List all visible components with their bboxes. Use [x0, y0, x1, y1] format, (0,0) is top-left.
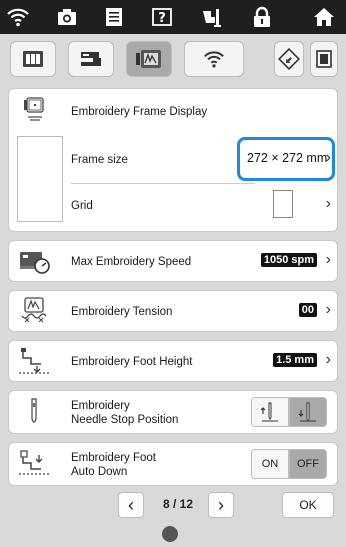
save-button[interactable]: [310, 41, 338, 77]
tab-wireless[interactable]: [184, 41, 244, 77]
foot-height-value: 1.5 mm: [273, 353, 317, 367]
tab-machine-settings[interactable]: [10, 41, 56, 77]
help-icon[interactable]: ?: [150, 5, 174, 29]
frame-size-value[interactable]: 272 × 272 mm: [247, 151, 327, 165]
needle-up-icon: [260, 402, 278, 422]
wifi-icon: [204, 51, 224, 68]
chevron-right-icon[interactable]: ›: [326, 251, 331, 269]
machine-settings-icon: [23, 51, 43, 67]
foot-auto-down-on-button[interactable]: ON: [251, 449, 289, 479]
wifi-icon[interactable]: [6, 5, 30, 29]
lock-icon[interactable]: [250, 5, 274, 29]
document-icon[interactable]: [102, 5, 126, 29]
chevron-right-icon: ›: [218, 494, 224, 515]
needle-stop-row: Embroidery Needle Stop Position: [8, 390, 338, 434]
ok-button[interactable]: OK: [282, 492, 334, 518]
tension-value: 00: [298, 303, 317, 317]
max-speed-value: 1050 spm: [260, 253, 317, 267]
sewing-machine-icon: [81, 52, 101, 66]
foot-auto-down-label-line2: Auto Down: [71, 466, 128, 478]
foot-auto-down-label-line1: Embroidery Foot: [71, 452, 157, 464]
frame-size-chevron-right-icon[interactable]: ›: [326, 149, 331, 167]
max-speed-row[interactable]: Max Embroidery Speed 1050 spm ›: [8, 240, 338, 282]
grid-preview[interactable]: [273, 190, 293, 218]
max-speed-label: Max Embroidery Speed: [71, 256, 192, 268]
needle-stop-down-button[interactable]: [289, 397, 327, 427]
foot-auto-down-icon: [17, 449, 51, 479]
foot-height-icon: [17, 346, 51, 376]
tab-sewing[interactable]: [68, 41, 114, 77]
chevron-left-icon: ‹: [128, 494, 134, 515]
speed-icon: [17, 246, 51, 276]
foot-height-row[interactable]: Embroidery Foot Height 1.5 mm ›: [8, 340, 338, 382]
next-page-button[interactable]: ›: [208, 492, 234, 518]
page-indicator: 8 / 12: [162, 497, 194, 511]
frame-preview: [17, 136, 63, 222]
grid-chevron-right-icon[interactable]: ›: [326, 195, 331, 213]
save-icon: [316, 50, 332, 68]
divider: [71, 183, 255, 184]
needle-stop-label-line1: Embroidery: [71, 400, 130, 412]
top-bar: ?: [0, 0, 346, 34]
needle-stop-up-button[interactable]: [251, 397, 289, 427]
previous-page-button[interactable]: ‹: [118, 492, 144, 518]
tension-label: Embroidery Tension: [71, 306, 173, 318]
footer: ‹ 8 / 12 › OK: [0, 492, 346, 547]
foot-height-label: Embroidery Foot Height: [71, 356, 193, 368]
svg-text:?: ?: [158, 11, 166, 26]
tab-embroidery-settings[interactable]: [126, 41, 172, 77]
settings-tabs: [0, 34, 346, 84]
embroidery-settings-icon: [136, 50, 161, 68]
needle-icon: [17, 397, 51, 427]
frame-display-icon: [17, 95, 51, 125]
grid-label: Grid: [71, 200, 93, 212]
frame-size-label: Frame size: [71, 154, 128, 166]
reset-button[interactable]: [274, 41, 304, 77]
tension-icon: [17, 296, 51, 326]
needle-stop-label-line2: Needle Stop Position: [71, 414, 179, 426]
foot-auto-down-row: Embroidery Foot Auto Down ON OFF: [8, 442, 338, 486]
foot-auto-down-off-button[interactable]: OFF: [289, 449, 327, 479]
chevron-right-icon[interactable]: ›: [326, 351, 331, 369]
needle-down-icon: [298, 402, 316, 422]
reset-icon: [278, 48, 300, 70]
thread-icon[interactable]: [200, 5, 224, 29]
camera-icon[interactable]: [55, 5, 79, 29]
chevron-right-icon[interactable]: ›: [326, 301, 331, 319]
tension-row[interactable]: Embroidery Tension 00 ›: [8, 290, 338, 332]
home-icon[interactable]: [312, 5, 336, 29]
frame-display-section: Embroidery Frame Display Frame size 272 …: [8, 88, 338, 232]
frame-display-title: Embroidery Frame Display: [71, 106, 208, 118]
settings-gear-icon: [162, 526, 178, 542]
